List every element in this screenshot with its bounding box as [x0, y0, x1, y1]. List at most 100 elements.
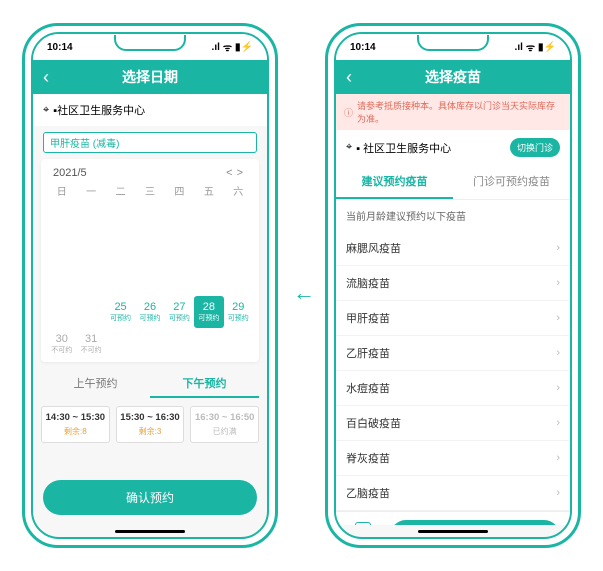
- month-prev[interactable]: <: [226, 167, 236, 179]
- tab-clinic-available[interactable]: 门诊可预约疫苗: [453, 165, 570, 199]
- location-row[interactable]: ⌖ ▪社区卫生服务中心: [33, 94, 267, 126]
- signal-icon: .ıl: [212, 42, 220, 53]
- calendar-day[interactable]: 30不可约: [47, 328, 76, 360]
- page-title: 选择日期: [33, 67, 267, 87]
- slot-remaining: 已约满: [194, 426, 255, 437]
- time-slot[interactable]: 14:30 ~ 15:30剩余:8: [41, 406, 110, 443]
- tab-recommended[interactable]: 建议预约疫苗: [336, 165, 453, 199]
- period-tabs: 上午预约 下午预约: [41, 370, 259, 398]
- location-pin-icon: ⌖: [346, 141, 352, 154]
- flow-arrow-icon: ←: [293, 280, 315, 306]
- calendar-day: [135, 232, 164, 264]
- vaccine-item[interactable]: 麻腮风疫苗 ›: [336, 231, 570, 266]
- vaccine-name: 乙脑疫苗: [346, 485, 390, 501]
- weekday-label: 三: [135, 183, 164, 198]
- chevron-right-icon: ›: [556, 347, 560, 359]
- vaccine-item[interactable]: 脊灰疫苗 ›: [336, 441, 570, 476]
- calendar-day: [194, 232, 223, 264]
- vaccine-name: 水痘疫苗: [346, 380, 390, 396]
- weekday-label: 一: [76, 183, 105, 198]
- day-status: 不可约: [51, 347, 72, 354]
- calendar-day: [194, 328, 223, 360]
- calendar-day: [165, 328, 194, 360]
- vaccine-tag[interactable]: 甲肝疫苗 (减毒): [43, 132, 257, 153]
- day-status: 可预约: [228, 315, 249, 322]
- calendar-day: [47, 264, 76, 296]
- location-name: ▪社区卫生服务中心: [53, 102, 145, 118]
- info-icon: ⓘ: [344, 106, 353, 119]
- calendar-day[interactable]: 28 可预约: [194, 296, 223, 328]
- wifi-icon: ᯤ: [223, 40, 232, 54]
- day-status: 可预约: [169, 315, 190, 322]
- calendar-day[interactable]: 31 不可约: [76, 328, 105, 360]
- day-number: 31: [85, 334, 97, 345]
- calendar-day: [76, 296, 105, 328]
- wifi-icon: ᯤ: [526, 40, 535, 54]
- battery-icon: ▮⚡: [538, 42, 556, 53]
- calendar-day[interactable]: 25可预约: [106, 296, 135, 328]
- slot-time: 16:30 ~ 16:50: [194, 412, 255, 423]
- tab-afternoon[interactable]: 下午预约: [150, 370, 259, 398]
- calendar-day: [224, 200, 253, 232]
- day-number: 26: [144, 302, 156, 313]
- day-status: 可预约: [139, 315, 160, 322]
- month-next[interactable]: >: [237, 167, 247, 179]
- header-bar: ‹ 选择疫苗: [336, 60, 570, 94]
- chevron-right-icon: ›: [556, 277, 560, 289]
- calendar-day[interactable]: 26 可预约: [135, 296, 164, 328]
- calendar-day: [106, 200, 135, 232]
- vaccine-item[interactable]: 百白破疫苗›: [336, 406, 570, 441]
- weekday-label: 日: [47, 183, 76, 198]
- vaccine-name: 百白破疫苗: [346, 415, 401, 431]
- day-number: 28: [203, 302, 215, 313]
- vaccine-item[interactable]: 流脑疫苗 ›: [336, 266, 570, 301]
- calendar-day[interactable]: 27可预约: [165, 296, 194, 328]
- vaccine-name: 麻腮风疫苗: [346, 240, 401, 256]
- back-button[interactable]: ‹: [346, 67, 352, 88]
- chevron-right-icon: ›: [556, 312, 560, 324]
- phone-frame-date: 10:14 .ıl ᯤ ▮⚡ ‹ 选择日期 ⌖ ▪社区卫生服务中心 甲肝疫苗 (…: [22, 23, 278, 548]
- calendar-day: [135, 264, 164, 296]
- calendar-day: [135, 200, 164, 232]
- warning-banner: ⓘ 请参考抵质接种本。具体库存以门诊当天实际库存为准。: [336, 94, 570, 130]
- chevron-right-icon: ›: [556, 242, 560, 254]
- tab-morning[interactable]: 上午预约: [41, 370, 150, 398]
- time-slots: 14:30 ~ 15:30剩余:815:30 ~ 16:30剩余:316:30 …: [33, 402, 267, 447]
- switch-clinic-button[interactable]: 切换门诊: [510, 138, 560, 157]
- calendar-day: [165, 232, 194, 264]
- age-hint: 当前月龄建议预约以下疫苗: [336, 200, 570, 231]
- calendar-day[interactable]: 29可预约: [224, 296, 253, 328]
- vaccine-name: 流脑疫苗: [346, 275, 390, 291]
- content-area: ⌖ ▪社区卫生服务中心 甲肝疫苗 (减毒) 2021/5 <> 日一二三四五六 …: [33, 94, 267, 525]
- back-button[interactable]: ‹: [43, 67, 49, 88]
- time-slot: 16:30 ~ 16:50 已约满: [190, 406, 259, 443]
- vaccine-item[interactable]: 水痘疫苗›: [336, 371, 570, 406]
- home-indicator: [33, 525, 267, 537]
- calendar-day: [47, 200, 76, 232]
- vaccine-name: 甲肝疫苗: [346, 310, 390, 326]
- phone-frame-vaccine: 10:14 .ıl ᯤ ▮⚡ ‹ 选择疫苗 ⓘ 请参考抵质接种本。具体库存以门诊…: [325, 23, 581, 548]
- warning-text: 请参考抵质接种本。具体库存以门诊当天实际库存为准。: [357, 99, 562, 125]
- time-slot[interactable]: 15:30 ~ 16:30剩余:3: [116, 406, 185, 443]
- chevron-right-icon: ›: [556, 452, 560, 464]
- vaccine-name: 脊灰疫苗: [346, 450, 390, 466]
- chevron-right-icon: ›: [556, 487, 560, 499]
- day-status: 不可约: [81, 347, 102, 354]
- vaccine-item[interactable]: 乙脑疫苗 ›: [336, 476, 570, 511]
- vaccine-tabs: 建议预约疫苗 门诊可预约疫苗: [336, 165, 570, 200]
- vaccine-item[interactable]: 乙肝疫苗›: [336, 336, 570, 371]
- vaccine-item[interactable]: 甲肝疫苗 ›: [336, 301, 570, 336]
- location-row: ⌖ ▪ 社区卫生服务中心 切换门诊: [336, 130, 570, 165]
- calendar-day: [224, 328, 253, 360]
- confirm-button[interactable]: 确认预约: [43, 480, 257, 515]
- calendar-day: [47, 232, 76, 264]
- day-status: 可预约: [198, 315, 219, 322]
- month-label[interactable]: 2021/5: [53, 167, 87, 179]
- home-indicator: [336, 525, 570, 537]
- weekday-label: 四: [165, 183, 194, 198]
- bottom-bar: 接种参考 预约疫苗: [336, 511, 570, 525]
- weekday-label: 六: [224, 183, 253, 198]
- calendar-day: [194, 200, 223, 232]
- calendar-grid: 25可预约26可预约27可预约28可预约29可预约30不可约31不可约: [47, 200, 253, 360]
- slot-remaining: 剩余:3: [120, 426, 181, 437]
